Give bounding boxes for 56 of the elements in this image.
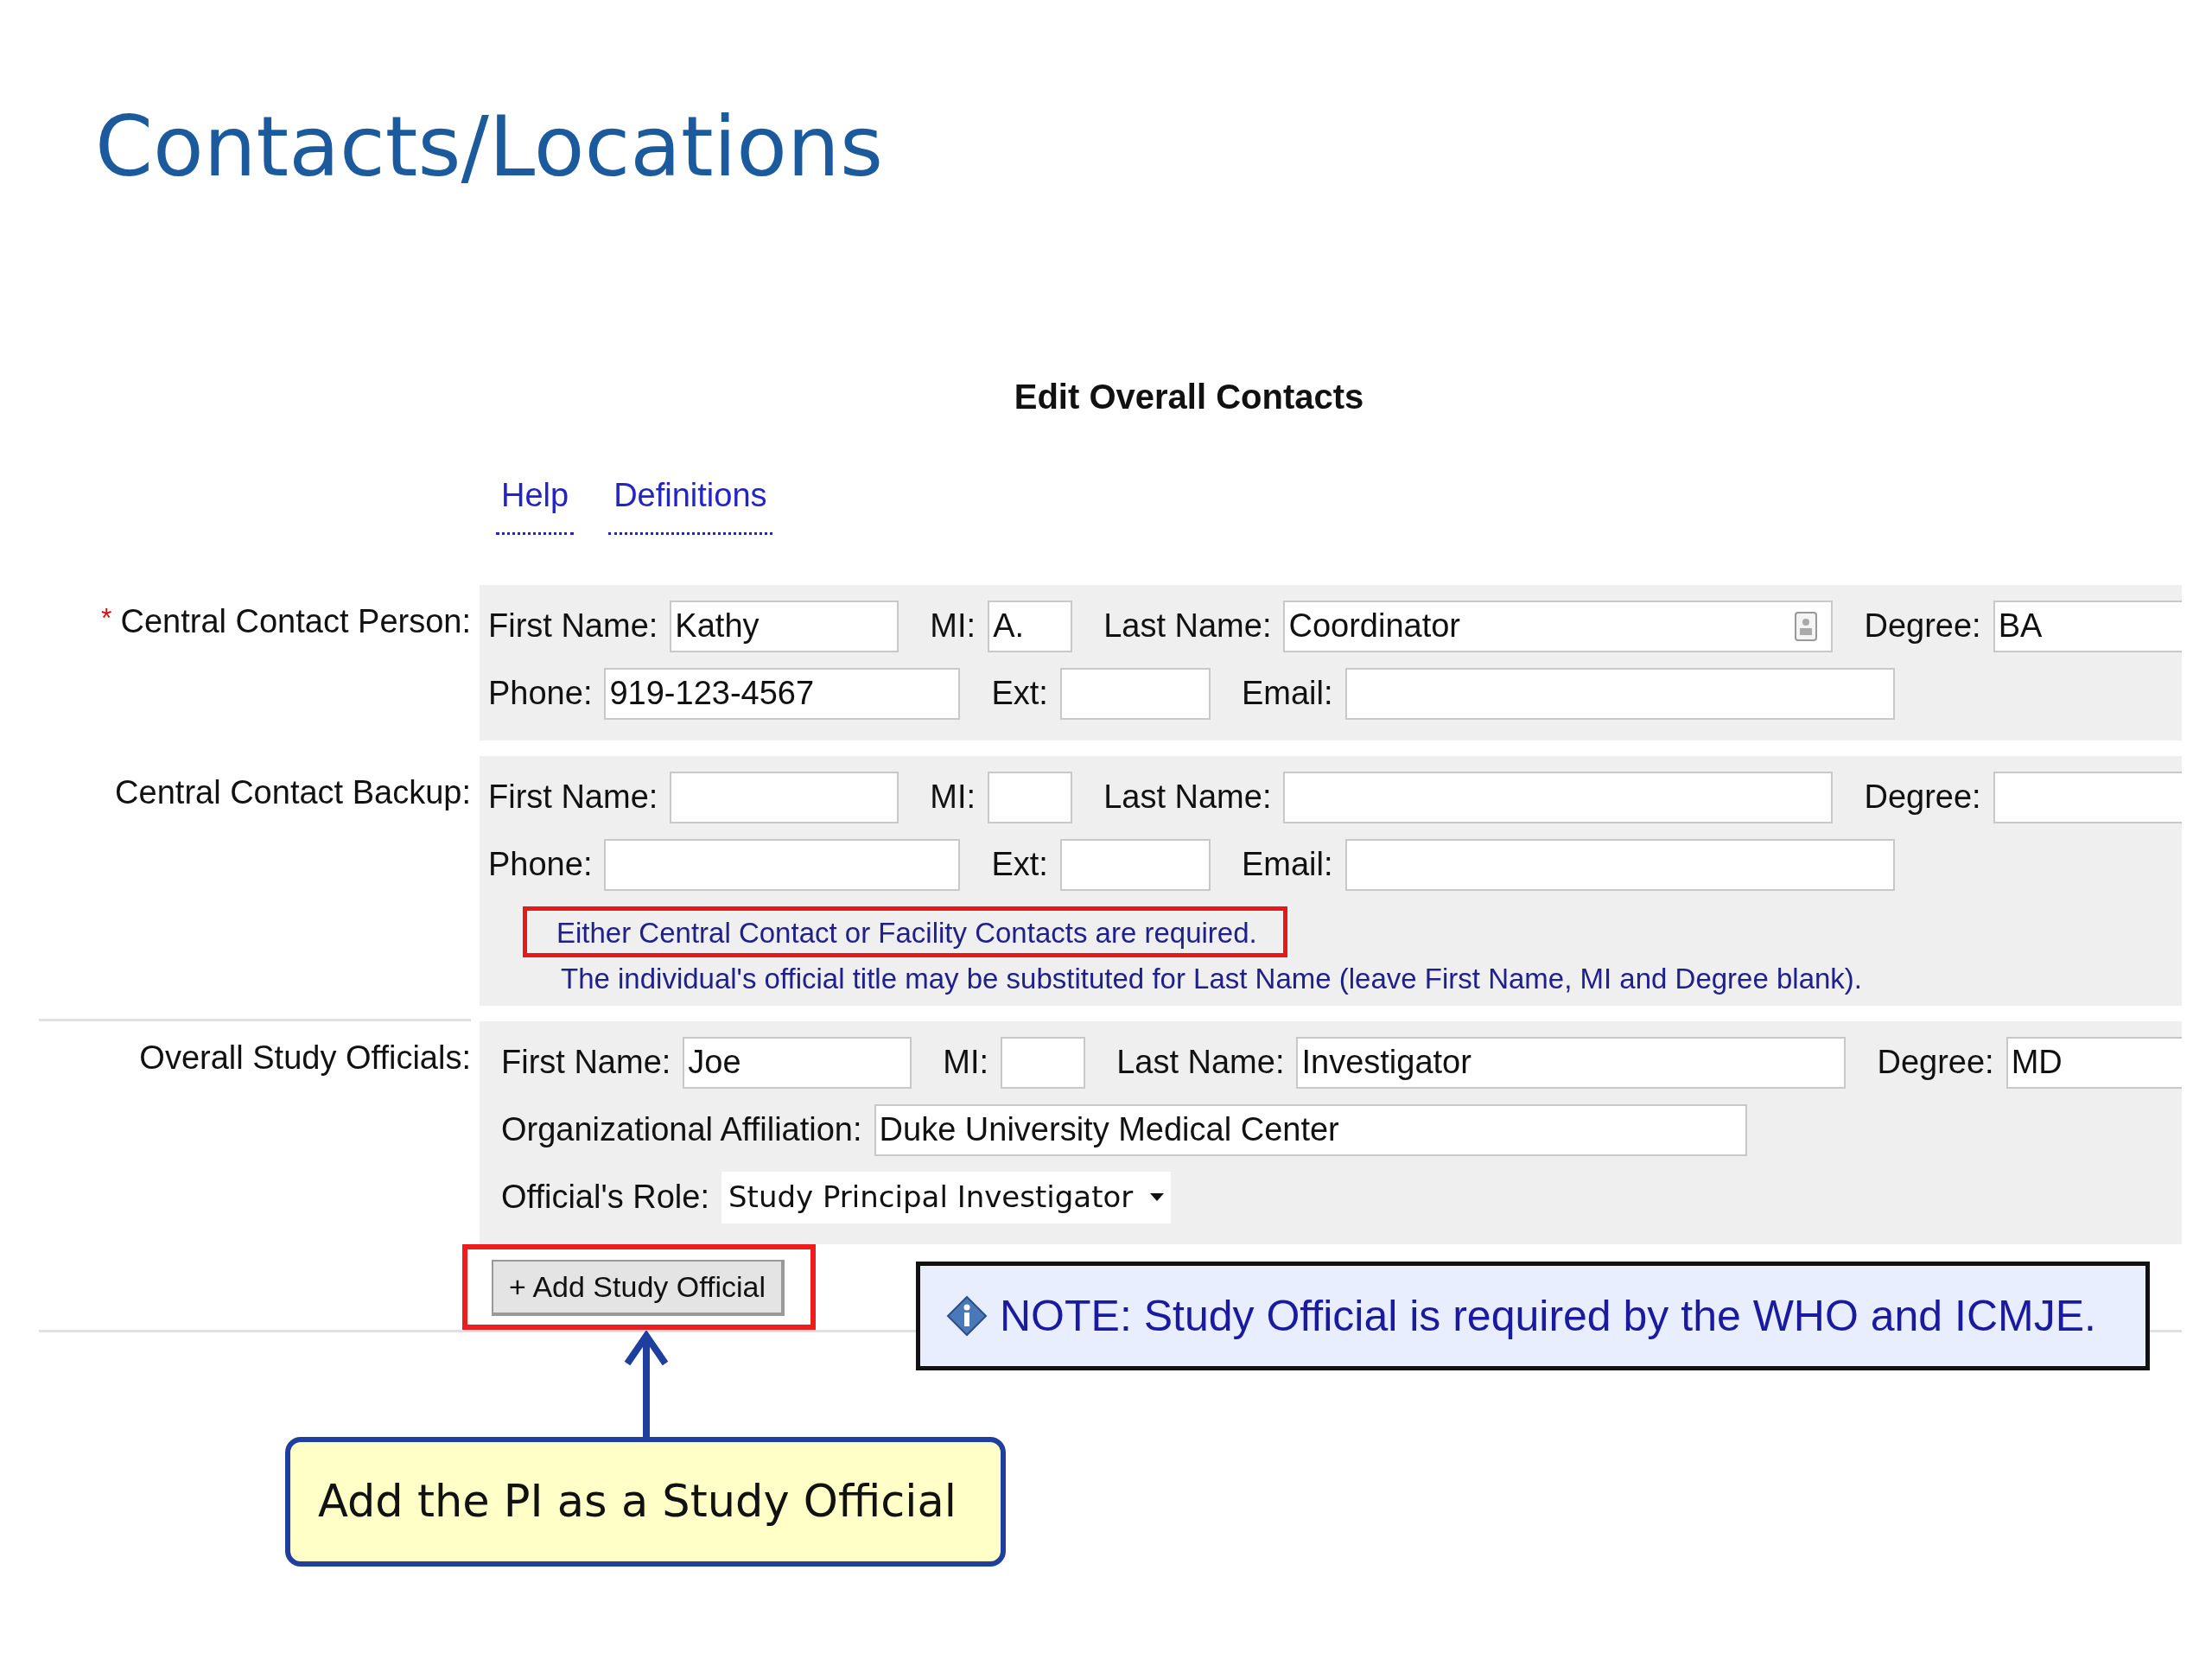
section-label: Central Contact Person: [120,602,471,639]
field-label: Ext: [991,845,1048,885]
email-field[interactable] [1344,667,1895,720]
help-note: Either Central Contact or Facility Contacts are required. [556,915,1257,950]
section-label: Central Contact Backup: [115,773,471,810]
text-field[interactable] [988,771,1073,823]
field-label: First Name: [488,778,658,817]
text-field[interactable] [1059,667,1211,720]
text-field[interactable] [1993,771,2182,823]
slide-title: Contacts/Locations [94,98,883,194]
field-label: MI: [943,1043,989,1083]
text-field[interactable]: Joe [683,1036,912,1089]
field-label: Organizational Affiliation: [501,1110,862,1150]
text-field[interactable]: Kathy [670,600,899,652]
note-text: NOTE: Study Official is required by the WHO and ICMJE. [1000,1290,2096,1342]
field-label: Degree: [1877,1043,1994,1083]
text-field[interactable]: Duke University Medical Center [874,1103,1747,1156]
text-field[interactable]: BA [1993,600,2182,652]
text-field[interactable]: MD [2005,1036,2182,1089]
text-field[interactable] [1001,1036,1086,1089]
field-label: Phone: [488,845,593,885]
text-field[interactable] [1283,771,1834,823]
role-dropdown[interactable]: Study Principal Investigator [721,1171,1172,1224]
field-label: Degree: [1864,778,1981,817]
field-label: First Name: [501,1043,671,1083]
field-label: Last Name: [1103,778,1272,817]
field-label: Official's Role: [501,1178,709,1217]
field-label: Ext: [991,674,1048,714]
info-icon [946,1295,988,1337]
text-field[interactable] [670,771,899,823]
text-field[interactable] [1059,838,1211,891]
text-field[interactable]: Investigator [1296,1036,1847,1089]
field-label: Degree: [1864,607,1981,646]
text-field[interactable]: A. [988,600,1073,652]
field-label: Email: [1241,674,1333,714]
required-asterisk: * [101,601,112,633]
form-heading: Edit Overall Contacts [1014,376,1364,417]
help-link[interactable]: Definitions [608,470,772,535]
field-label: MI: [930,778,976,817]
callout-text: Add the PI as a Study Official [318,1474,957,1529]
email-field[interactable] [1344,838,1895,891]
contact-card-icon[interactable] [1795,611,1818,641]
add-study-official-button[interactable]: + Add Study Official [492,1259,785,1316]
field-label: MI: [930,607,976,646]
help-note: The individual's official title may be substituted for Last Name (leave First Name, MI and Degree blank). [561,962,1863,996]
field-label: Last Name: [1103,607,1272,646]
field-label: Last Name: [1116,1043,1285,1083]
phone-field[interactable]: 919-123-4567 [604,667,961,720]
help-link[interactable]: Help [496,470,575,535]
field-label: First Name: [488,607,658,646]
text-field[interactable]: Coordinator [1283,600,1834,652]
phone-field[interactable] [604,838,961,891]
field-label: Phone: [488,674,593,714]
section-label: Overall Study Officials: [139,1039,471,1076]
field-label: Email: [1241,845,1333,885]
caret-icon [1150,1192,1165,1202]
